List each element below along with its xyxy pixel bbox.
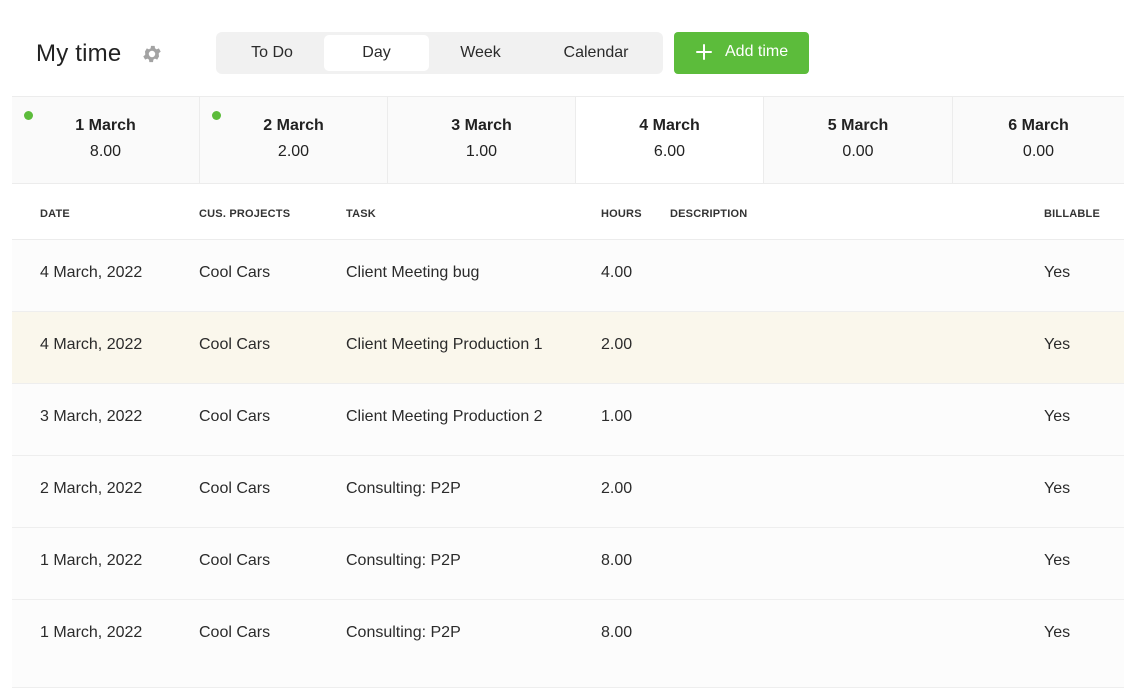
cell-date: 2 March, 2022 [40, 480, 143, 497]
add-time-label: Add time [725, 43, 789, 60]
day-label: 4 March [639, 117, 700, 134]
day-hours: 0.00 [1022, 143, 1055, 160]
page-title: My time [36, 40, 122, 67]
day-card-5-march[interactable]: 5 March 0.00 [764, 97, 953, 183]
cell-project: Cool Cars [199, 480, 271, 497]
add-time-button[interactable]: Add time [674, 32, 809, 74]
cell-date: 1 March, 2022 [40, 624, 143, 641]
cell-billable: Yes [1044, 264, 1071, 281]
cell-task: Client Meeting bug [346, 264, 480, 281]
cell-project: Cool Cars [199, 552, 271, 569]
tab-day[interactable]: Day [324, 35, 429, 71]
table-row[interactable]: 1 March, 2022 Cool Cars Consulting: P2P … [12, 528, 1124, 600]
cell-task: Client Meeting Production 2 [346, 408, 543, 425]
cell-task: Client Meeting Production 1 [346, 336, 543, 353]
column-header-task[interactable]: TASK [346, 208, 376, 220]
column-header-hours[interactable]: HOURS [601, 208, 642, 220]
day-label: 3 March [451, 117, 512, 134]
cell-billable: Yes [1044, 624, 1071, 641]
day-card-4-march[interactable]: 4 March 6.00 [576, 97, 764, 183]
page-header: My time To Do Day Week Calendar Add time [0, 0, 1124, 96]
day-label: 2 March [263, 117, 324, 134]
column-header-billable[interactable]: BILLABLE [1044, 208, 1100, 220]
column-header-projects[interactable]: CUS. PROJECTS [199, 208, 290, 220]
cell-project: Cool Cars [199, 336, 271, 353]
day-label: 6 March [1008, 117, 1069, 134]
cell-project: Cool Cars [199, 264, 271, 281]
cell-hours: 1.00 [601, 408, 633, 425]
cell-billable: Yes [1044, 336, 1071, 353]
table-row[interactable]: 3 March, 2022 Cool Cars Client Meeting P… [12, 384, 1124, 456]
table-row[interactable]: 2 March, 2022 Cool Cars Consulting: P2P … [12, 456, 1124, 528]
plus-icon [696, 44, 712, 60]
day-card-6-march[interactable]: 6 March 0.00 [953, 97, 1124, 183]
day-hours: 0.00 [842, 143, 874, 160]
column-header-date[interactable]: DATE [40, 208, 70, 220]
cell-hours: 4.00 [601, 264, 633, 281]
cell-date: 4 March, 2022 [40, 336, 143, 353]
cell-task: Consulting: P2P [346, 552, 461, 569]
time-entries-table: DATE CUS. PROJECTS TASK HOURS DESCRIPTIO… [12, 186, 1124, 696]
cell-hours: 2.00 [601, 336, 633, 353]
day-hours: 8.00 [89, 143, 122, 160]
cell-billable: Yes [1044, 408, 1071, 425]
table-header: DATE CUS. PROJECTS TASK HOURS DESCRIPTIO… [12, 186, 1124, 240]
cell-project: Cool Cars [199, 408, 271, 425]
view-switcher: To Do Day Week Calendar [216, 32, 663, 74]
column-header-description[interactable]: DESCRIPTION [670, 208, 747, 220]
day-label: 1 March [75, 117, 136, 134]
gear-icon[interactable] [141, 43, 163, 65]
cell-date: 1 March, 2022 [40, 552, 143, 569]
cell-date: 3 March, 2022 [40, 408, 143, 425]
tab-todo[interactable]: To Do [219, 35, 325, 71]
table-row[interactable]: 4 March, 2022 Cool Cars Client Meeting P… [12, 312, 1124, 384]
cell-hours: 8.00 [601, 552, 633, 569]
cell-date: 4 March, 2022 [40, 264, 143, 281]
cell-project: Cool Cars [199, 624, 271, 641]
cell-task: Consulting: P2P [346, 624, 461, 641]
day-card-2-march[interactable]: 2 March 2.00 [200, 97, 388, 183]
my-time-page: My time To Do Day Week Calendar Add time… [0, 0, 1124, 696]
tab-calendar[interactable]: Calendar [532, 35, 660, 71]
day-label: 5 March [827, 117, 889, 134]
day-card-3-march[interactable]: 3 March 1.00 [388, 97, 576, 183]
cell-hours: 8.00 [601, 624, 633, 641]
cell-billable: Yes [1044, 480, 1071, 497]
tab-week[interactable]: Week [429, 35, 532, 71]
cell-hours: 2.00 [601, 480, 633, 497]
day-hours: 6.00 [653, 143, 686, 160]
day-hours: 2.00 [277, 143, 310, 160]
day-hours: 1.00 [465, 143, 498, 160]
table-row[interactable]: 4 March, 2022 Cool Cars Client Meeting b… [12, 240, 1124, 312]
cell-billable: Yes [1044, 552, 1071, 569]
day-strip: 1 March 8.00 2 March 2.00 3 March 1.00 4… [12, 96, 1124, 184]
table-row[interactable]: 1 March, 2022 Cool Cars Consulting: P2P … [12, 600, 1124, 688]
cell-task: Consulting: P2P [346, 480, 461, 497]
day-card-1-march[interactable]: 1 March 8.00 [12, 97, 200, 183]
